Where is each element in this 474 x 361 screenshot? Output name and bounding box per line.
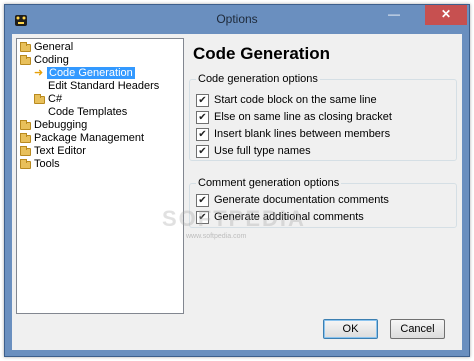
folder-icon <box>34 94 45 104</box>
close-button[interactable]: ✕ <box>425 5 467 25</box>
tree-item-label: General <box>34 41 74 53</box>
minimize-button[interactable]: — <box>381 5 407 25</box>
start-code-block-checkbox[interactable]: ✔ Start code block on the same line <box>196 94 377 108</box>
group-title: Comment generation options <box>196 177 342 189</box>
folder-icon <box>20 42 31 52</box>
arrow-right-icon: ➜ <box>34 67 44 79</box>
checkbox-check-icon: ✔ <box>196 128 209 141</box>
tree-item-debugging[interactable]: Debugging <box>20 119 87 132</box>
title-bar[interactable]: Options — ✕ <box>5 5 469 34</box>
tree-item-label: Code Generation <box>47 67 135 79</box>
tree-item-edit-standard-headers[interactable]: Edit Standard Headers <box>48 80 159 93</box>
tree-item-code-templates[interactable]: Code Templates <box>48 106 127 119</box>
checkbox-check-icon: ✔ <box>196 145 209 158</box>
dialog-body: General Coding ➜ Code Generation Edit St… <box>12 34 462 350</box>
watermark-text: SOFTPEDIA <box>162 206 306 231</box>
code-generation-options-group: Code generation options ✔ Start code bloc… <box>189 73 457 161</box>
page-title: Code Generation <box>193 44 330 63</box>
checkbox-label: Start code block on the same line <box>214 94 377 106</box>
options-window: Options — ✕ General Coding ➜ Code Genera… <box>4 4 470 357</box>
tree-item-label: Debugging <box>34 119 88 131</box>
tree-item-code-generation[interactable]: ➜ Code Generation <box>34 67 135 80</box>
group-title: Code generation options <box>196 73 320 85</box>
folder-icon <box>20 146 31 156</box>
checkbox-check-icon: ✔ <box>196 94 209 107</box>
tree-item-label: Code Templates <box>48 106 128 118</box>
checkbox-label: Insert blank lines between members <box>214 128 391 140</box>
tree-item-label: Tools <box>34 158 60 170</box>
tree-item-coding[interactable]: Coding <box>20 54 69 67</box>
tree-item-package-management[interactable]: Package Management <box>20 132 144 145</box>
else-same-line-checkbox[interactable]: ✔ Else on same line as closing bracket <box>196 111 392 125</box>
tree-item-general[interactable]: General <box>20 41 73 54</box>
tree-item-tools[interactable]: Tools <box>20 158 60 171</box>
folder-icon <box>20 133 31 143</box>
folder-icon <box>20 120 31 130</box>
tree-item-label: Package Management <box>34 132 145 144</box>
tree-item-label: C# <box>48 93 63 105</box>
tree-item-csharp[interactable]: C# <box>34 93 62 106</box>
watermark-url: www.softpedia.com <box>186 233 247 240</box>
folder-icon <box>20 55 31 65</box>
checkbox-label: Generate documentation comments <box>214 194 389 206</box>
insert-blank-lines-checkbox[interactable]: ✔ Insert blank lines between members <box>196 128 390 142</box>
checkbox-check-icon: ✔ <box>196 111 209 124</box>
tree-item-label: Edit Standard Headers <box>48 80 160 92</box>
full-type-names-checkbox[interactable]: ✔ Use full type names <box>196 145 311 159</box>
checkbox-label: Else on same line as closing bracket <box>214 111 392 123</box>
tree-item-label: Text Editor <box>34 145 86 157</box>
checkbox-label: Use full type names <box>214 145 311 157</box>
folder-icon <box>20 159 31 169</box>
ok-button[interactable]: OK <box>323 319 378 339</box>
tree-item-label: Coding <box>34 54 69 66</box>
tree-item-text-editor[interactable]: Text Editor <box>20 145 86 158</box>
cancel-button[interactable]: Cancel <box>390 319 445 339</box>
options-tree[interactable]: General Coding ➜ Code Generation Edit St… <box>16 38 184 314</box>
